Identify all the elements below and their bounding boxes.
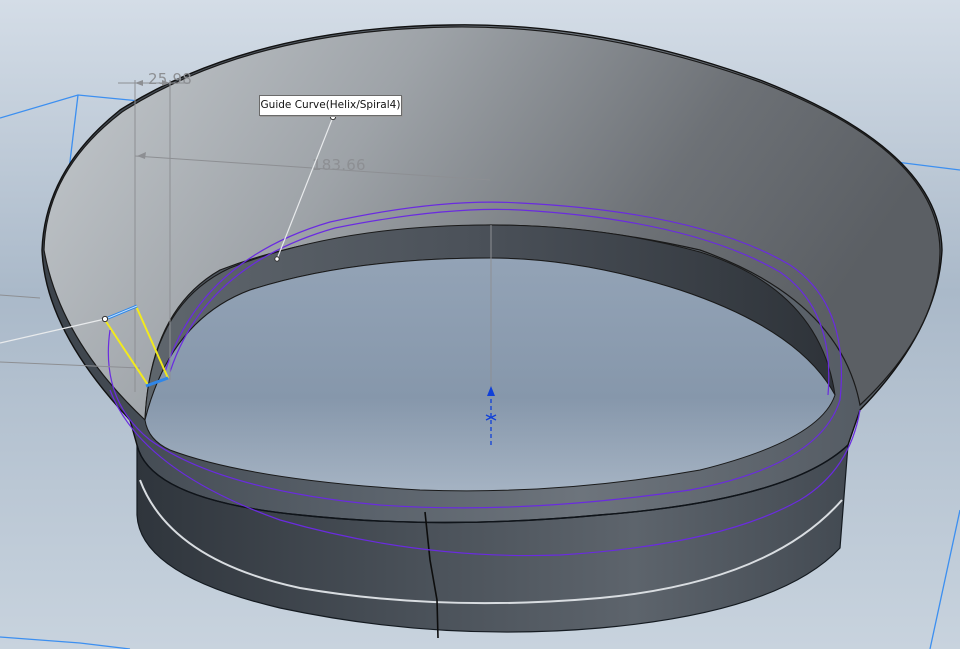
dimension-width-label[interactable]: 25.98 [148,70,192,88]
guide-curve-callout[interactable]: Guide Curve(Helix/Spiral4) [259,95,402,116]
profile-pick-point[interactable] [101,315,109,323]
dimension-diameter-label[interactable]: 183.66 [312,156,366,174]
curve-pick-point[interactable] [274,256,280,262]
model-scene[interactable]: 25.98 183.66 [0,0,960,649]
graphics-viewport[interactable]: 25.98 183.66 Guide Curve(Helix/Spiral4) [0,0,960,649]
